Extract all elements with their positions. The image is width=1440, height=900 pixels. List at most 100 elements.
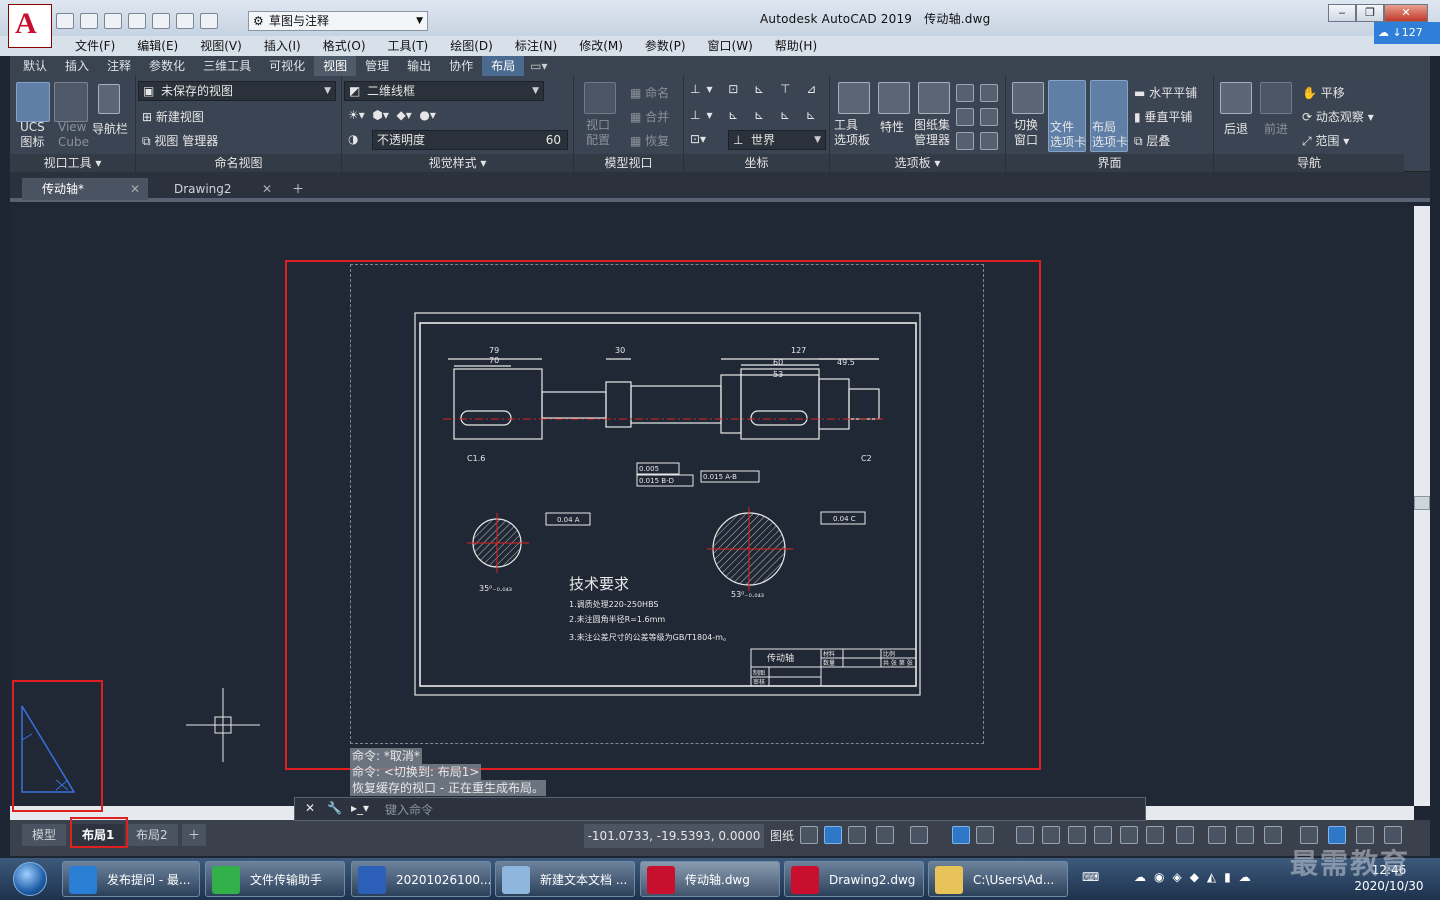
new-tab-button[interactable]: ＋ (286, 178, 308, 200)
menu-item[interactable]: 修改(M) (568, 36, 634, 56)
save-as-icon[interactable] (128, 13, 146, 29)
minimize-button[interactable]: ‒ (1328, 4, 1356, 22)
navbar-icon[interactable] (98, 84, 120, 114)
tile-horizontal-button[interactable]: ▬ 水平平铺 (1134, 84, 1197, 101)
viewcube-icon[interactable] (54, 82, 88, 122)
named-view-dropdown[interactable]: ▣ 未保存的视图 ▼ (138, 81, 336, 101)
workspace-dropdown[interactable]: ⚙ 草图与注释 ▼ (248, 11, 428, 31)
start-button[interactable] (4, 858, 56, 900)
wrench-icon[interactable]: 🔧 (327, 801, 342, 815)
menu-item[interactable]: 标注(N) (504, 36, 568, 56)
design-center-icon[interactable] (980, 132, 998, 150)
visual-style-dropdown[interactable]: ◩ 二维线框 ▼ (344, 81, 544, 101)
viewport-restore-button[interactable]: ▦ 恢复 (630, 132, 669, 149)
taskbar-ie[interactable]: 发布提问 - 最... (62, 861, 200, 897)
taskbar-wechat[interactable]: 文件传输助手 (205, 861, 345, 897)
annotation-icon[interactable] (1120, 826, 1138, 844)
close-icon[interactable]: ✕ (262, 178, 272, 200)
orbit-button[interactable]: ⟳ 动态观察 ▾ (1302, 108, 1374, 125)
doc-tab-drawing2[interactable]: Drawing2 ✕ (154, 178, 280, 200)
new-view-button[interactable]: ⊞ 新建视图 (142, 108, 204, 125)
ortho-icon[interactable] (848, 826, 866, 844)
close-icon[interactable]: ✕ (305, 801, 315, 815)
menu-item[interactable]: 视图(V) (189, 36, 253, 56)
ribbon-tab[interactable]: 参数化 (140, 56, 194, 76)
coordinate-readout[interactable]: -101.0733, -19.5393, 0.0000 (584, 824, 764, 848)
selection-cycle-icon[interactable] (1042, 826, 1060, 844)
calculator-icon[interactable] (980, 108, 998, 126)
transparency-icon[interactable] (1016, 826, 1034, 844)
viewport-name-button[interactable]: ▦ 命名 (630, 84, 669, 101)
opacity-slider[interactable]: 不透明度 60 (372, 130, 568, 150)
polar-icon[interactable] (876, 826, 894, 844)
back-icon[interactable] (1220, 82, 1252, 114)
menu-item[interactable]: 帮助(H) (764, 36, 828, 56)
doc-tab-drive-shaft[interactable]: 传动轴* ✕ (22, 178, 148, 200)
menu-item[interactable]: 编辑(E) (126, 36, 189, 56)
dynamic-ucs-icon[interactable] (1094, 826, 1112, 844)
ribbon-tab[interactable]: 插入 (56, 56, 98, 76)
add-icon[interactable] (1208, 826, 1226, 844)
tile-vertical-button[interactable]: ▮ 垂直平铺 (1134, 108, 1192, 125)
blocks-icon[interactable] (956, 132, 974, 150)
menu-item[interactable]: 绘图(D) (439, 36, 504, 56)
switch-window-icon[interactable] (1012, 82, 1044, 114)
ribbon-tab[interactable]: 默认 (14, 56, 56, 76)
print-icon[interactable] (152, 13, 170, 29)
save-icon[interactable] (104, 13, 122, 29)
properties-icon[interactable] (878, 82, 910, 114)
osnap-icon[interactable] (910, 826, 928, 844)
ribbon-tab[interactable]: 管理 (356, 56, 398, 76)
command-line-input[interactable]: ✕ 🔧 ▸_▾ 键入命令 (294, 797, 1146, 821)
menu-item[interactable]: 窗口(W) (697, 36, 764, 56)
view-manager-button[interactable]: ⧉ 视图 管理器 (142, 132, 218, 149)
hardware-accel-icon[interactable] (1264, 826, 1282, 844)
tool-palette-icon[interactable] (838, 82, 870, 114)
layer-props-icon[interactable] (980, 84, 998, 102)
layout-tab-model[interactable]: 模型 (22, 824, 67, 846)
ribbon-tab[interactable]: 布局 (482, 56, 525, 76)
shading-tools[interactable]: ☀▾ ⬢▾ ◆▾ ●▾ (348, 108, 436, 122)
menu-item[interactable]: 工具(T) (377, 36, 440, 56)
taskbar-explorer[interactable]: C:\Users\Ad... (928, 861, 1068, 897)
vertical-scroll-thumb[interactable] (1414, 496, 1430, 510)
taskbar-doc[interactable]: 20201026100... (351, 861, 491, 897)
taskbar-autocad-2[interactable]: Drawing2.dwg (784, 861, 924, 897)
cascade-button[interactable]: ⧉ 层叠 (1134, 132, 1170, 149)
ucs-world-dropdown[interactable]: ⊥ 世界 ▼ (728, 130, 826, 150)
otrack-icon[interactable] (952, 826, 970, 844)
taskbar-autocad-1[interactable]: 传动轴.dwg (640, 861, 780, 897)
ucs-tools-row3[interactable]: ⊡▾ (690, 132, 706, 146)
extents-button[interactable]: ⤢ 范围 ▾ (1302, 132, 1349, 149)
ribbon-tab[interactable]: 注释 (98, 56, 140, 76)
tray-icons[interactable]: ☁◉◈◆◭▮☁ (1134, 870, 1259, 884)
menu-item[interactable]: 参数(P) (634, 36, 697, 56)
ribbon-tab[interactable]: 视图 (314, 56, 357, 76)
close-button[interactable]: ✕ (1384, 4, 1428, 22)
layout-tab-layout2[interactable]: 布局2 (126, 824, 178, 846)
sheetset-icon[interactable] (918, 82, 950, 114)
keyboard-icon[interactable]: ⌨ (1082, 870, 1099, 884)
3d-osnap-icon[interactable] (1068, 826, 1086, 844)
ucs-tools-row2[interactable]: ⊥▾ ⊾ ⊾ ⊾ ⊾ (690, 108, 822, 122)
workspace-gear-icon[interactable] (1146, 826, 1164, 844)
markup-icon[interactable] (956, 108, 974, 126)
settings-icon[interactable] (1176, 826, 1194, 844)
open-file-icon[interactable] (80, 13, 98, 29)
add-layout-button[interactable]: ＋ (182, 824, 207, 846)
cloud-sync-badge[interactable]: ☁ ↓127 (1374, 22, 1440, 44)
pan-button[interactable]: ✋ 平移 (1302, 84, 1345, 101)
ucs-icon[interactable] (16, 82, 50, 122)
ucs-tools-row1[interactable]: ⊥▾ ⊡ ⊾ ⊤ ⊿ (690, 82, 822, 96)
new-file-icon[interactable] (56, 13, 74, 29)
taskbar-notepad[interactable]: 新建文本文档 ... (495, 861, 635, 897)
ribbon-minimize-icon[interactable]: ▭▾ (524, 56, 553, 76)
command-line-icon[interactable] (956, 84, 974, 102)
close-icon[interactable]: ✕ (130, 178, 140, 200)
undo-icon[interactable] (176, 13, 194, 29)
menu-item[interactable]: 文件(F) (64, 36, 126, 56)
ribbon-tab[interactable]: 三维工具 (194, 56, 260, 76)
forward-icon[interactable] (1260, 82, 1292, 114)
ribbon-tab[interactable]: 输出 (398, 56, 440, 76)
viewport-join-button[interactable]: ▦ 合并 (630, 108, 669, 125)
